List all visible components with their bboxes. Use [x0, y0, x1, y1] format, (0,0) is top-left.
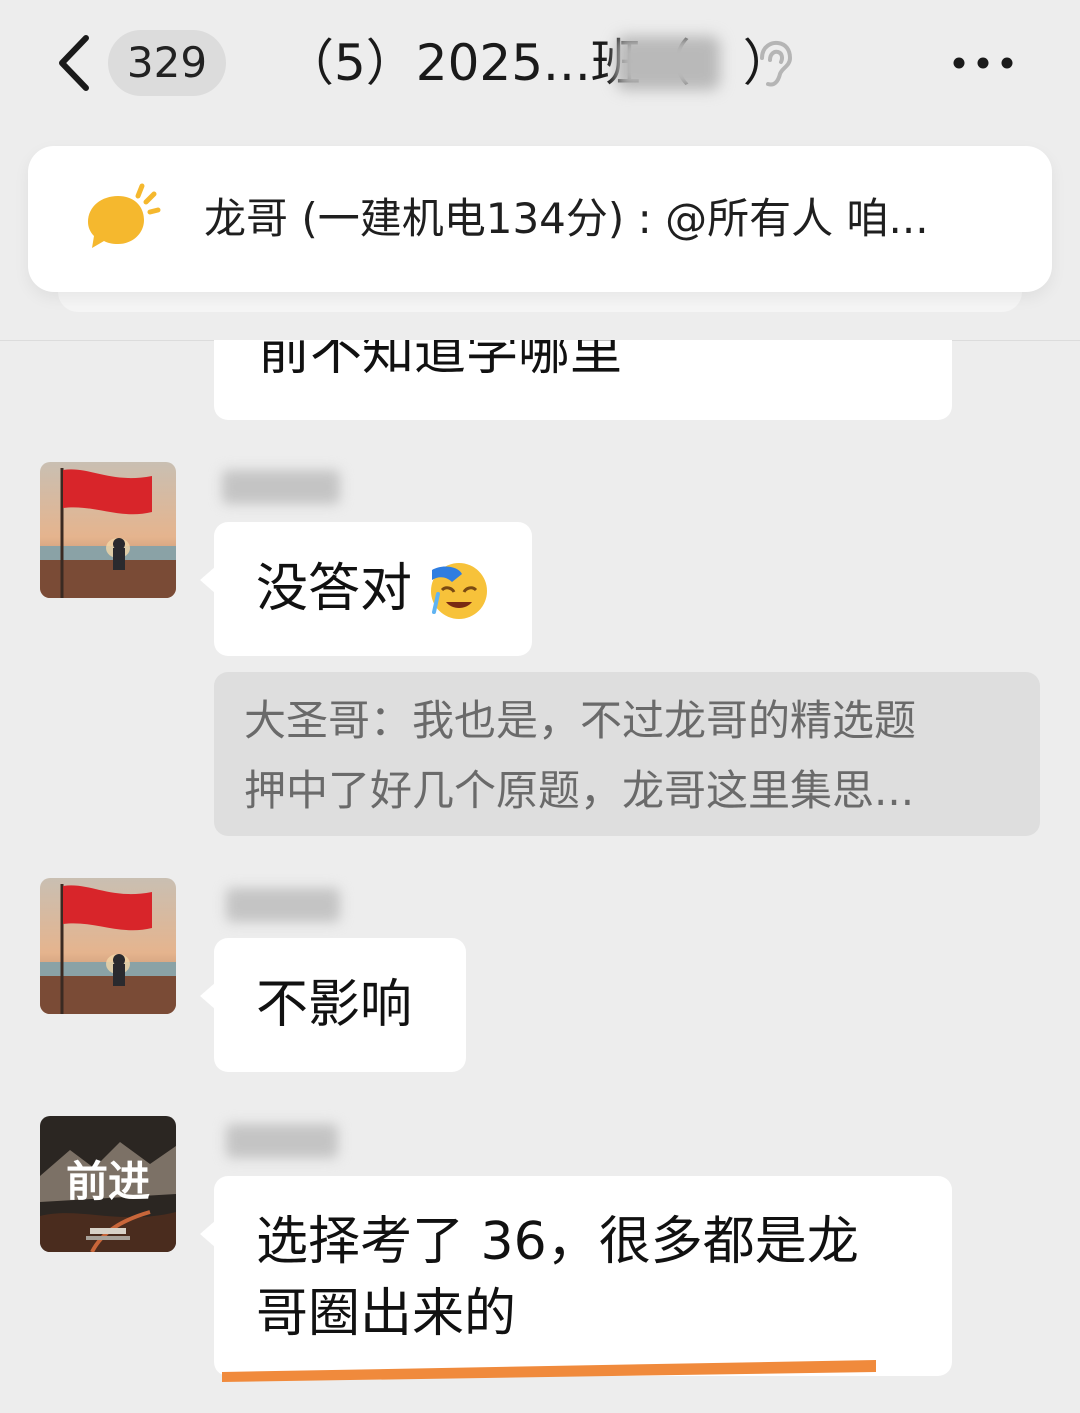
avatar[interactable] [40, 878, 176, 1014]
bubble-tail [200, 982, 216, 1010]
bubble-tail [200, 566, 216, 594]
unread-count-badge[interactable]: 329 [108, 30, 226, 96]
message-text: 前不知道学哪里 [258, 340, 623, 382]
message-text: 不影响 [256, 975, 413, 1035]
sender-name-redacted [226, 1124, 338, 1158]
facepalm-emoji-icon [431, 563, 487, 619]
announcement-bubble-icon [88, 183, 161, 248]
pinned-text: 龙哥 (一建机电134分) : @所有人 咱... [204, 194, 929, 243]
orange-underline-annotation [222, 1360, 876, 1382]
quote-line-2: 押中了好几个原题，龙哥这里集思... [244, 766, 915, 815]
avatar[interactable] [40, 462, 176, 598]
pinned-card-stack [58, 292, 1022, 312]
more-options-icon[interactable] [950, 52, 1016, 74]
avatar-caption: 前进 [66, 1157, 150, 1206]
message-bubble[interactable]: 选择考了 36，很多都是龙 哥圈出来的 [200, 1176, 952, 1376]
quote-line-1: 大圣哥：我也是，不过龙哥的精选题 [244, 696, 917, 745]
title-blur-redaction [616, 36, 720, 90]
back-arrow-icon[interactable] [50, 32, 100, 94]
message-line-1: 选择考了 36，很多都是龙 [256, 1212, 859, 1272]
message-line-2: 哥圈出来的 [256, 1284, 517, 1344]
bubble-tail [200, 1220, 216, 1248]
sender-name-redacted [226, 888, 340, 922]
flag-avatar-image [40, 878, 176, 1014]
message-bubble[interactable]: 不影响 [200, 938, 466, 1072]
message-bubble-cut[interactable]: 前不知道学哪里 [214, 340, 952, 420]
sender-name-redacted [222, 470, 340, 504]
ear-icon [760, 40, 793, 87]
message-text: 没答对 [256, 559, 413, 619]
message-bubble[interactable]: 没答对 [200, 522, 532, 656]
flag-avatar-image [40, 462, 176, 598]
top-bar: 329 （5）2025...班（） [0, 0, 1080, 130]
avatar[interactable]: 前进 [40, 1116, 176, 1252]
quoted-message[interactable]: 大圣哥：我也是，不过龙哥的精选题 押中了好几个原题，龙哥这里集思... [214, 672, 1040, 836]
forward-avatar-image: 前进 [40, 1116, 176, 1252]
